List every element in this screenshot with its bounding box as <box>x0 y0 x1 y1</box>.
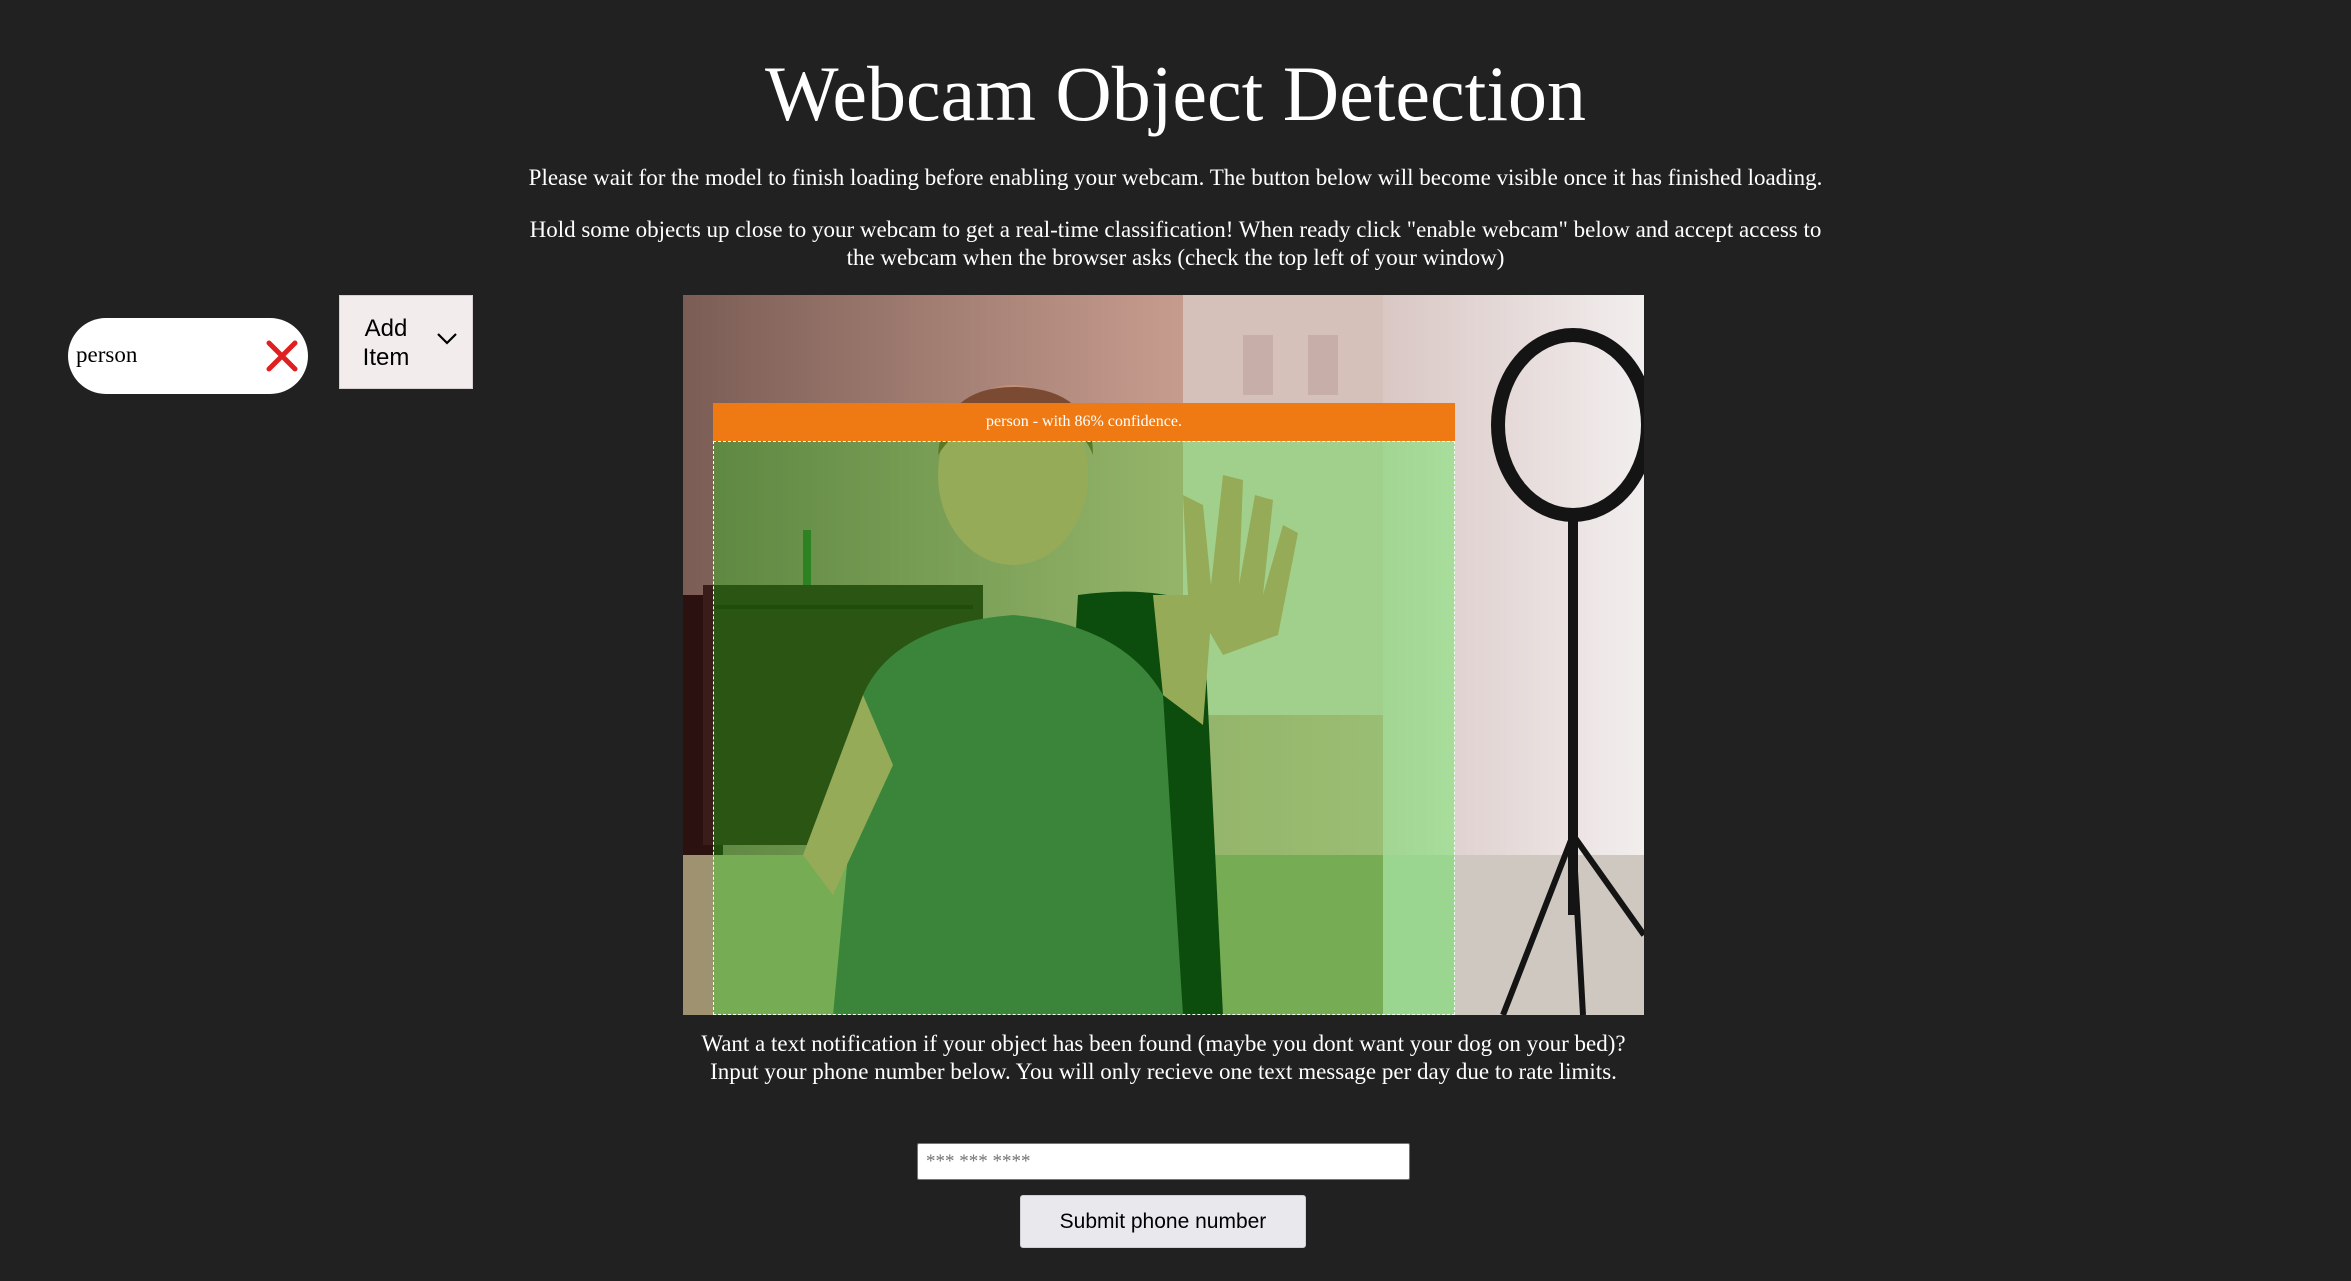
filter-chip-label: person <box>76 342 138 367</box>
phone-number-input[interactable] <box>917 1143 1410 1180</box>
add-item-button[interactable]: Add Item <box>339 295 473 389</box>
detection-label: person - with 86% confidence. <box>713 403 1455 441</box>
notification-text: Want a text notification if your object … <box>701 1031 1626 1084</box>
loading-instructions: Please wait for the model to finish load… <box>528 165 1823 190</box>
page: Webcam Object Detection Please wait for … <box>0 0 2351 1281</box>
filter-chip: person <box>68 318 308 394</box>
detection-box <box>713 441 1455 1015</box>
webcam-feed: person - with 86% confidence. <box>683 295 1644 1015</box>
submit-phone-button[interactable]: Submit phone number <box>1020 1195 1306 1248</box>
add-item-label: Add Item <box>362 315 410 371</box>
usage-instructions: Hold some objects up close to your webca… <box>529 217 1822 270</box>
close-icon[interactable] <box>264 338 300 374</box>
chevron-down-icon <box>436 332 458 346</box>
page-title: Webcam Object Detection <box>764 50 1587 137</box>
